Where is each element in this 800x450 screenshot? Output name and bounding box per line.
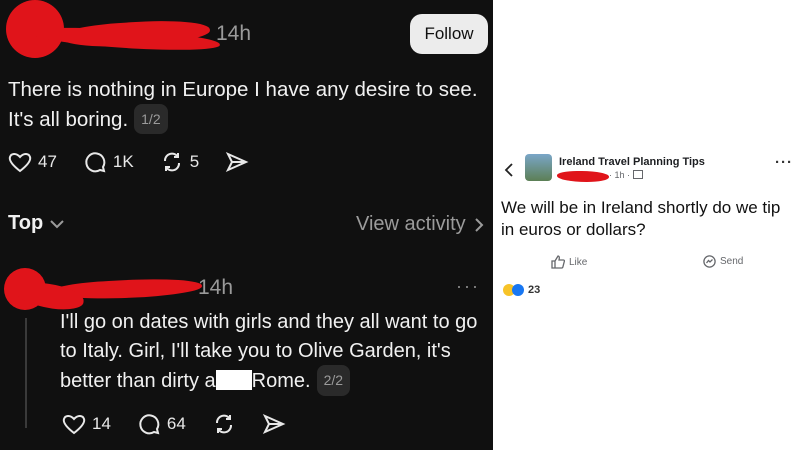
heart-icon [62,415,86,435]
repost-icon [215,414,232,434]
like-button[interactable]: 47 [8,151,57,173]
view-activity-link[interactable]: View activity [356,213,486,236]
like-button[interactable]: Like [551,255,587,269]
post-time: · 1h · [609,170,631,180]
repost-count: 5 [189,152,200,171]
send-button[interactable]: Send [703,255,743,268]
post-text: There is nothing in Europe I have any de… [8,76,488,134]
follow-button[interactable]: Follow [410,14,488,54]
sort-dropdown[interactable]: Top [8,212,65,235]
reply-repost-button[interactable] [212,412,236,436]
comment-icon [85,152,106,173]
reply-like-button[interactable]: 14 [62,413,111,435]
post-body: There is nothing in Europe I have any de… [8,78,478,131]
post-meta: · 1h · [609,170,643,180]
reply-count: 1K [112,152,134,171]
share-button[interactable] [225,151,249,173]
comment-icon [139,414,160,435]
group-thumbnail[interactable] [525,154,552,181]
reply-like-count: 14 [92,414,111,433]
heart-icon [8,153,32,173]
reply-page-indicator: 2/2 [316,365,351,396]
like-count: 47 [38,152,57,171]
reply-button[interactable]: 1K [83,150,134,174]
thread-line [25,318,27,428]
thumbs-up-icon [551,255,565,269]
more-options-icon[interactable]: ··· [775,154,793,171]
reply-text: I'll go on dates with girls and they all… [60,308,492,396]
reply-actions: 14 64 [62,412,312,436]
reply-body-part2: Rome. [251,370,311,392]
censor-box [215,370,252,390]
post-timestamp: 14h [216,22,252,45]
group-name[interactable]: Ireland Travel Planning Tips [559,156,705,168]
reactions-summary[interactable]: 23 [503,284,540,296]
page-indicator: 1/2 [134,104,168,134]
chevron-down-icon [50,219,64,228]
more-options-icon[interactable]: ··· [456,276,480,297]
reactions-count: 23 [528,284,541,296]
reply-comment-button[interactable]: 64 [137,412,186,436]
send-icon [226,151,249,173]
facebook-screenshot: Ireland Travel Planning Tips · 1h · ··· … [493,140,800,310]
view-activity-label: View activity [356,213,466,235]
reply-comment-count: 64 [166,414,186,433]
threads-screenshot: 14h Follow There is nothing in Europe I … [0,0,493,450]
chevron-right-icon [474,217,484,232]
like-reaction-icon [512,284,524,296]
sort-label: Top [8,212,44,234]
like-label: Like [569,256,588,268]
repost-button[interactable]: 5 [160,150,199,174]
repost-icon [163,152,180,172]
reply-share-button[interactable] [262,413,286,435]
reply-timestamp: 14h [198,276,234,299]
post-actions: 47 1K 5 [8,150,275,174]
send-icon [262,413,286,435]
messenger-icon [703,255,716,268]
poster-name-redaction [557,171,609,182]
fb-post-text: We will be in Ireland shortly do we tip … [501,198,781,239]
back-arrow-icon[interactable] [503,162,515,178]
group-privacy-icon [632,170,643,179]
send-label: Send [720,256,744,267]
